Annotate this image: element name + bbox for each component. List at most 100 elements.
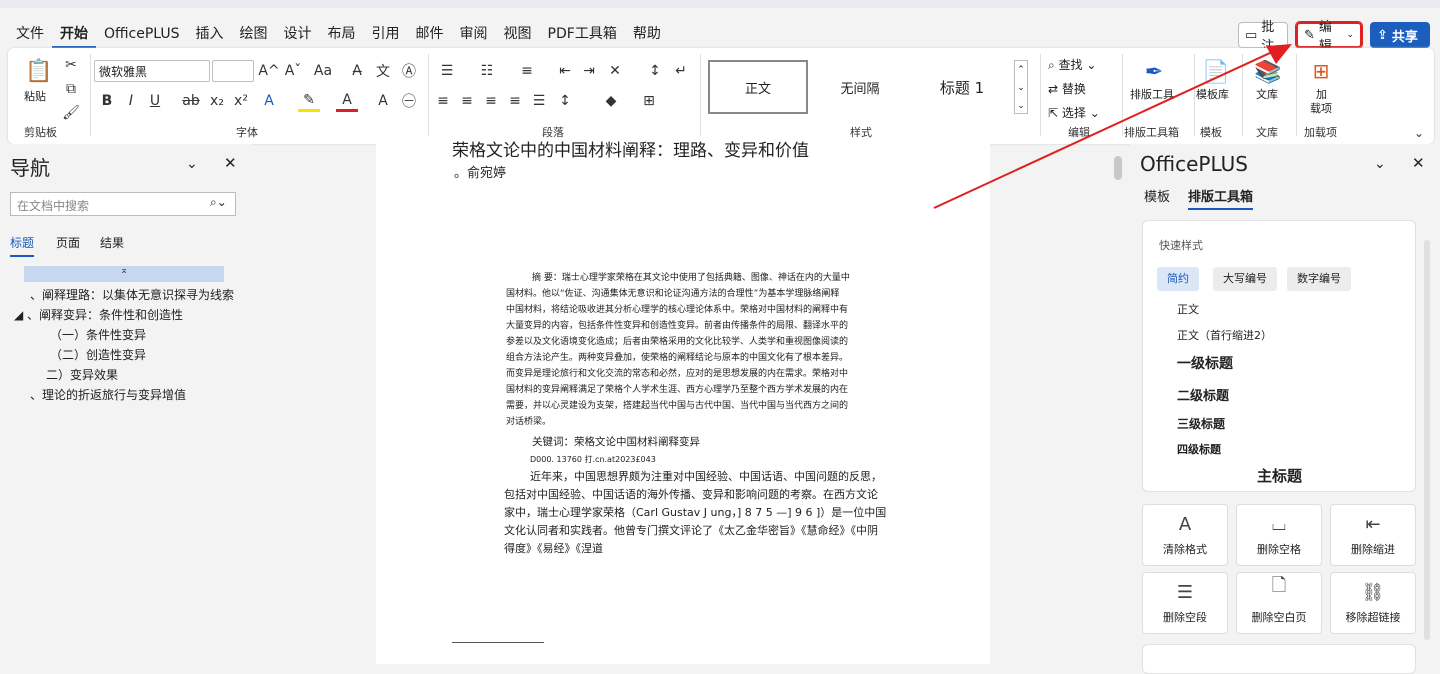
remove-blank-page-tool[interactable]: 🗋 删除空白页 — [1236, 572, 1322, 634]
style-option[interactable]: 三级标题 — [1177, 415, 1225, 432]
edit-mode-button[interactable]: ✎ 编辑 ⌄ — [1295, 20, 1363, 54]
body-line: 包括对中国经验、中国话语的海外传播、变异和影响问题的考察。在西方文论 — [504, 488, 878, 501]
addins-button-line2[interactable]: 载项 — [1310, 100, 1332, 116]
character-border-icon[interactable]: Ⓐ — [398, 60, 420, 82]
nav-tab-headings[interactable]: 标题 — [10, 234, 35, 257]
justify-icon[interactable]: ≡ — [504, 90, 526, 112]
show-marks-icon[interactable]: ↵ — [670, 60, 692, 82]
heading-item[interactable]: （二）创造性变异 — [50, 346, 146, 363]
tab-home[interactable]: 开始 — [52, 20, 96, 48]
tab-insert[interactable]: 插入 — [188, 20, 232, 48]
document-page[interactable]: 荣格文论中的中国材料阐释：理路、变异和价值 。俞宛婷 摘 要：瑞士心理学家荣格在… — [376, 141, 990, 664]
tab-mailings[interactable]: 邮件 — [408, 20, 452, 48]
close-icon[interactable]: ✕ — [1412, 154, 1425, 172]
highlight-icon[interactable]: ✎ — [298, 90, 320, 112]
numbering-icon[interactable]: ☷ — [476, 60, 498, 82]
clear-format-icon[interactable]: A̶ — [346, 60, 368, 82]
distributed-icon[interactable]: ☰ — [528, 90, 550, 112]
style-option[interactable]: 主标题 — [1257, 465, 1302, 486]
tab-help[interactable]: 帮助 — [625, 20, 669, 48]
increase-indent-icon[interactable]: ⇥ — [578, 60, 600, 82]
search-icon[interactable]: ⌕⌄ — [210, 195, 227, 210]
enclose-char-icon[interactable]: ㊀ — [398, 90, 420, 112]
tab-draw[interactable]: 绘图 — [232, 20, 276, 48]
pane-scrollbar[interactable] — [1424, 240, 1430, 640]
tab-layout[interactable]: 布局 — [320, 20, 364, 48]
cut-icon[interactable]: ✂ — [60, 54, 82, 76]
bullets-icon[interactable]: ☰ — [436, 60, 458, 82]
heading-item[interactable]: 、阐释理路：以集体无意识探寻为线索 — [30, 286, 234, 303]
pill-digit-number[interactable]: 数字编号 — [1287, 267, 1351, 291]
subscript-icon[interactable]: x₂ — [206, 90, 228, 112]
pill-simple[interactable]: 简约 — [1157, 267, 1199, 291]
heading-item[interactable]: 二）变异效果 — [46, 366, 118, 383]
tab-file[interactable]: 文件 — [8, 20, 52, 48]
addins-icon[interactable]: ⊞ — [1306, 56, 1336, 86]
heading-item[interactable]: ◢ 、阐释变异：条件性和创造性 — [14, 306, 183, 323]
change-case-icon[interactable]: Aa — [308, 60, 338, 82]
font-size-combo[interactable] — [212, 60, 254, 82]
scrollbar-thumb[interactable] — [1114, 156, 1122, 180]
grow-font-icon[interactable]: A^ — [258, 60, 280, 82]
font-name-combo[interactable]: 微软雅黑 — [94, 60, 210, 82]
borders-icon[interactable]: ⊞ — [638, 90, 660, 112]
bold-icon[interactable]: B — [96, 90, 118, 112]
style-option[interactable]: 二级标题 — [1177, 385, 1229, 404]
line-spacing-icon[interactable]: ↕ — [554, 90, 576, 112]
style-no-spacing[interactable]: 无间隔 — [810, 60, 910, 114]
remove-spaces-tool[interactable]: ⌴ 删除空格 — [1236, 504, 1322, 566]
tab-officeplus[interactable]: OfficePLUS — [96, 20, 188, 48]
decrease-indent-icon[interactable]: ⇤ — [554, 60, 576, 82]
share-button[interactable]: ⇪ 共享 — [1370, 22, 1430, 48]
multilevel-list-icon[interactable]: ≡ — [516, 60, 538, 82]
tab-design[interactable]: 设计 — [276, 20, 320, 48]
copy-icon[interactable]: ⧉ — [60, 78, 82, 100]
close-icon[interactable]: ✕ — [224, 154, 237, 172]
shading-icon[interactable]: ◆ — [600, 90, 622, 112]
style-option[interactable]: 正文（首行缩进2） — [1177, 327, 1272, 343]
underline-icon[interactable]: U — [144, 90, 166, 112]
align-center-icon[interactable]: ≡ — [456, 90, 478, 112]
text-effects-icon[interactable]: A — [258, 90, 280, 112]
pill-uppercase-number[interactable]: 大写编号 — [1213, 267, 1277, 291]
next-card — [1142, 644, 1416, 674]
strikethrough-icon[interactable]: ab — [180, 90, 202, 112]
superscript-icon[interactable]: x² — [230, 90, 252, 112]
tab-review[interactable]: 审阅 — [452, 20, 496, 48]
paste-icon[interactable]: 📋 — [24, 56, 54, 86]
remove-hyperlink-tool[interactable]: ⛓ 移除超链接 — [1330, 572, 1416, 634]
pane-tab-typeset[interactable]: 排版工具箱 — [1188, 186, 1254, 210]
nav-search-input[interactable]: 在文档中搜索 — [10, 192, 236, 216]
nav-tab-pages[interactable]: 页面 — [56, 234, 80, 251]
remove-empty-para-tool[interactable]: ☰ 删除空段 — [1142, 572, 1228, 634]
align-right-icon[interactable]: ≡ — [480, 90, 502, 112]
italic-icon[interactable]: I — [120, 90, 142, 112]
font-color-icon[interactable]: A — [336, 90, 358, 112]
clear-format-tool[interactable]: A 清除格式 — [1142, 504, 1228, 566]
phonetic-guide-icon[interactable]: 文 — [372, 60, 394, 82]
heading-item[interactable]: 、理论的折返旅行与变异增值 — [30, 386, 186, 403]
remove-indent-tool[interactable]: ⇤ 删除缩进 — [1330, 504, 1416, 566]
style-normal[interactable]: 正文 — [708, 60, 808, 114]
align-left-icon[interactable]: ≡ — [432, 90, 454, 112]
chevron-down-icon[interactable]: ⌄ — [186, 156, 198, 172]
style-option[interactable]: 四级标题 — [1177, 441, 1221, 457]
abstract-line: 需要，并以心灵建设为支架，搭建起当代中国与古代中国、当代中国与当代西方之间的 — [506, 401, 849, 411]
heading-item[interactable]: （一）条件性变异 — [50, 326, 146, 343]
tab-pdf[interactable]: PDF工具箱 — [540, 20, 625, 48]
chevron-down-icon[interactable]: ⌄ — [1374, 156, 1386, 172]
expand-icon[interactable]: ◢ — [14, 308, 27, 322]
style-option[interactable]: 一级标题 — [1177, 353, 1233, 373]
selected-heading-item[interactable]: ⌅ — [24, 266, 224, 282]
pane-tab-templates[interactable]: 模板 — [1144, 186, 1170, 205]
chinese-layout-icon[interactable]: ✕ — [604, 60, 626, 82]
tab-references[interactable]: 引用 — [364, 20, 408, 48]
char-shading-icon[interactable]: A — [372, 90, 394, 112]
tab-view[interactable]: 视图 — [496, 20, 540, 48]
style-option[interactable]: 正文 — [1177, 301, 1199, 317]
format-painter-icon[interactable]: 🖌 — [60, 102, 82, 124]
collapse-ribbon-icon[interactable]: ⌄ — [1408, 122, 1430, 144]
nav-tab-results[interactable]: 结果 — [100, 234, 124, 251]
shrink-font-icon[interactable]: Aˇ — [282, 60, 304, 82]
sort-icon[interactable]: ↕ — [644, 60, 666, 82]
